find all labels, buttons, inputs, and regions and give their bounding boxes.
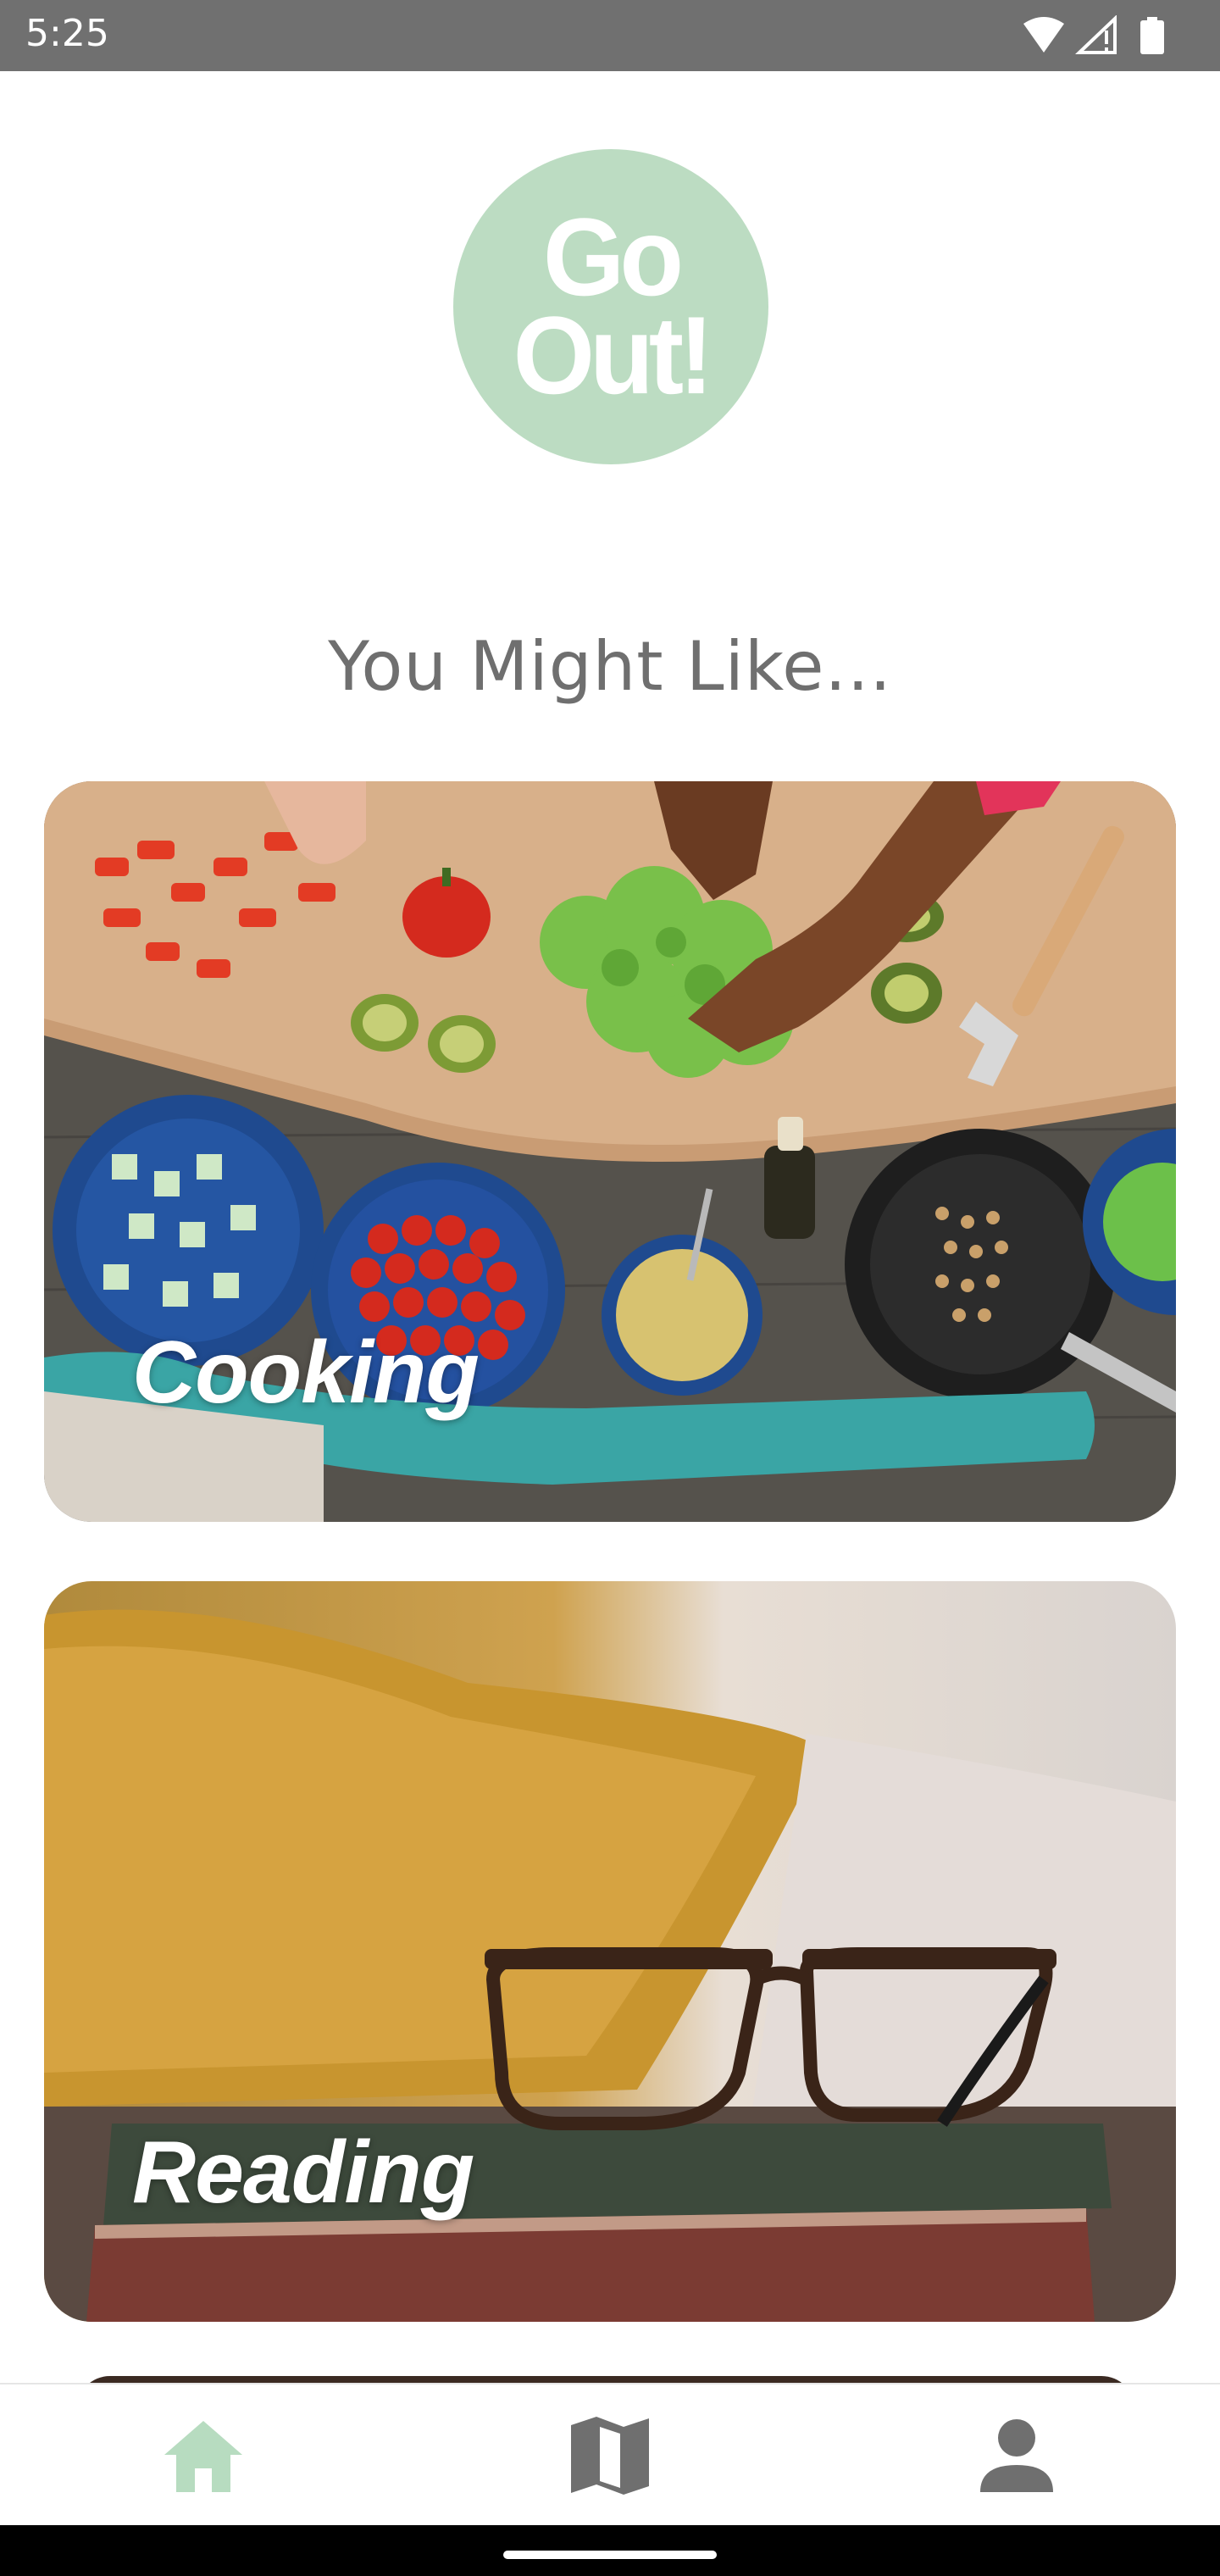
logo-line-2: Out!: [513, 294, 714, 418]
app-logo: Go Out!: [453, 149, 768, 464]
card-label-cooking: Cooking: [132, 1324, 480, 1422]
nav-profile[interactable]: [974, 2413, 1059, 2498]
map-icon: [571, 2417, 649, 2495]
nav-home[interactable]: [161, 2413, 246, 2498]
section-heading: You Might Like...: [328, 627, 892, 706]
home-icon: [164, 2421, 242, 2492]
status-icons: [1020, 15, 1190, 56]
battery-icon: [1140, 17, 1164, 54]
status-time: 5:25: [25, 12, 109, 55]
nav-map[interactable]: [568, 2413, 652, 2498]
home-gesture-handle[interactable]: [503, 2551, 717, 2559]
status-bar: 5:25: [0, 0, 1220, 71]
bottom-nav: [0, 2383, 1220, 2527]
signal-icon: [1075, 15, 1117, 54]
card-cooking[interactable]: Cooking: [44, 781, 1176, 1522]
card-reading[interactable]: Reading: [44, 1581, 1176, 2322]
wifi-icon: [1023, 17, 1064, 53]
card-label-reading: Reading: [132, 2124, 474, 2222]
profile-icon: [980, 2419, 1053, 2492]
